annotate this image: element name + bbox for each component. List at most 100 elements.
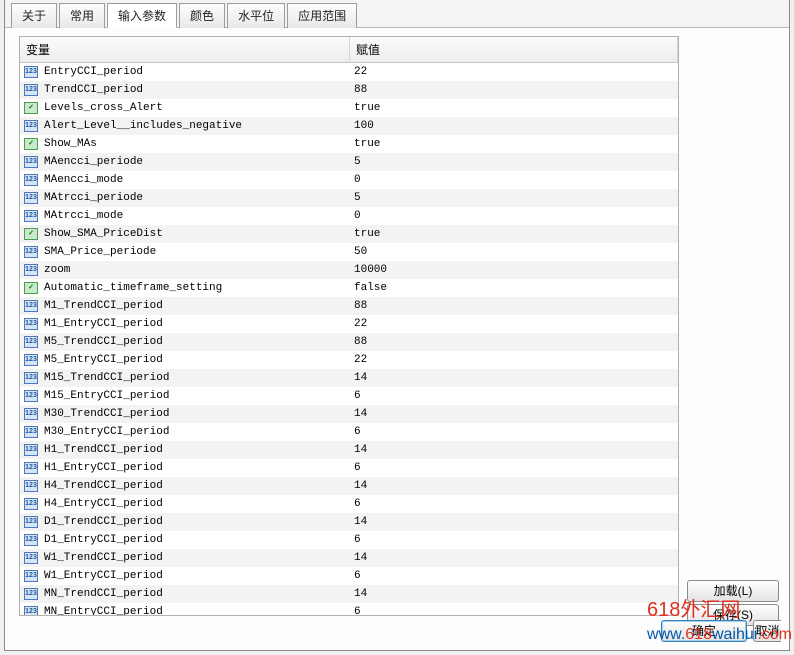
tab-colors[interactable]: 颜色 bbox=[179, 3, 225, 28]
parameter-value[interactable]: 6 bbox=[348, 462, 678, 474]
parameter-value[interactable]: 6 bbox=[348, 426, 678, 438]
ok-button[interactable]: 确定 bbox=[661, 620, 747, 642]
parameter-row[interactable]: 123 W1_EntryCCI_period6 bbox=[20, 567, 678, 585]
parameter-row[interactable]: 123H4_TrendCCI_period14 bbox=[20, 477, 678, 495]
int-type-icon: 123 bbox=[24, 264, 38, 276]
parameter-row[interactable]: ✓Show_SMA_PriceDisttrue bbox=[20, 225, 678, 243]
parameter-row[interactable]: 123M5_TrendCCI_period88 bbox=[20, 333, 678, 351]
load-button[interactable]: 加载(L) bbox=[687, 580, 779, 602]
side-button-panel: 加载(L) 保存(S) bbox=[685, 28, 785, 620]
parameter-row[interactable]: 123MAencci_periode5 bbox=[20, 153, 678, 171]
parameter-value[interactable]: false bbox=[348, 282, 678, 294]
column-header-variable[interactable]: 变量 bbox=[20, 37, 350, 62]
parameter-value[interactable]: 6 bbox=[348, 498, 678, 510]
parameter-row[interactable]: 123M1_TrendCCI_period88 bbox=[20, 297, 678, 315]
tab-apply[interactable]: 应用范围 bbox=[287, 3, 357, 28]
parameter-row[interactable]: 123Alert_Level__includes_negative100 bbox=[20, 117, 678, 135]
parameter-row[interactable]: 123TrendCCI_period88 bbox=[20, 81, 678, 99]
parameter-value[interactable]: 6 bbox=[348, 390, 678, 402]
parameter-value[interactable]: 88 bbox=[348, 84, 678, 96]
parameter-value[interactable]: 22 bbox=[348, 66, 678, 78]
parameter-name: M15_EntryCCI_period bbox=[42, 390, 348, 402]
bool-type-icon: ✓ bbox=[24, 138, 38, 150]
parameter-row[interactable]: 123D1_TrendCCI_period14 bbox=[20, 513, 678, 531]
parameter-value[interactable]: 5 bbox=[348, 156, 678, 168]
parameter-row[interactable]: 123EntryCCI_period22 bbox=[20, 63, 678, 81]
grid-body[interactable]: 123EntryCCI_period22123TrendCCI_period88… bbox=[20, 63, 678, 616]
parameter-value[interactable]: true bbox=[348, 228, 678, 240]
int-type-icon: 123 bbox=[24, 570, 38, 582]
parameter-value[interactable]: true bbox=[348, 102, 678, 114]
parameter-value[interactable]: 50 bbox=[348, 246, 678, 258]
tab-levels[interactable]: 水平位 bbox=[227, 3, 285, 28]
parameter-value[interactable]: 14 bbox=[348, 372, 678, 384]
parameter-row[interactable]: 123H1_EntryCCI_period6 bbox=[20, 459, 678, 477]
parameter-name: D1_EntryCCI_period bbox=[42, 534, 348, 546]
parameter-name: Alert_Level__includes_negative bbox=[42, 120, 348, 132]
parameter-name: W1_EntryCCI_period bbox=[42, 570, 348, 582]
parameter-value[interactable]: 14 bbox=[348, 516, 678, 528]
parameter-value[interactable]: 88 bbox=[348, 300, 678, 312]
parameter-row[interactable]: 123 MAtrcci_mode0 bbox=[20, 207, 678, 225]
parameter-name: M5_EntryCCI_period bbox=[42, 354, 348, 366]
parameter-value[interactable]: 6 bbox=[348, 534, 678, 546]
content-area: 变量 赋值 123EntryCCI_period22123TrendCCI_pe… bbox=[5, 28, 789, 620]
parameter-row[interactable]: 123M15_TrendCCI_period14 bbox=[20, 369, 678, 387]
parameter-row[interactable]: ✓ Show_MAstrue bbox=[20, 135, 678, 153]
parameter-value[interactable]: 6 bbox=[348, 606, 678, 616]
parameter-row[interactable]: 123W1_TrendCCI_period14 bbox=[20, 549, 678, 567]
parameter-name: Show_MAs bbox=[42, 138, 348, 150]
parameter-value[interactable]: 14 bbox=[348, 588, 678, 600]
parameter-value[interactable]: 14 bbox=[348, 552, 678, 564]
parameter-row[interactable]: 123M30_TrendCCI_period14 bbox=[20, 405, 678, 423]
parameter-value[interactable]: 0 bbox=[348, 210, 678, 222]
cancel-button[interactable]: 取消 bbox=[753, 620, 781, 642]
parameter-row[interactable]: 123M30_EntryCCI_period6 bbox=[20, 423, 678, 441]
parameter-name: M1_TrendCCI_period bbox=[42, 300, 348, 312]
parameter-value[interactable]: 22 bbox=[348, 318, 678, 330]
parameter-name: M1_EntryCCI_period bbox=[42, 318, 348, 330]
parameter-row[interactable]: 123zoom10000 bbox=[20, 261, 678, 279]
parameter-value[interactable]: 100 bbox=[348, 120, 678, 132]
parameter-row[interactable]: 123MAtrcci_periode5 bbox=[20, 189, 678, 207]
parameter-value[interactable]: 6 bbox=[348, 570, 678, 582]
parameter-name: MAtrcci_mode bbox=[42, 210, 348, 222]
parameter-row[interactable]: ✓ Levels_cross_Alerttrue bbox=[20, 99, 678, 117]
parameter-name: MN_TrendCCI_period bbox=[42, 588, 348, 600]
int-type-icon: 123 bbox=[24, 84, 38, 96]
int-type-icon: 123 bbox=[24, 174, 38, 186]
parameter-row[interactable]: ✓Automatic_timeframe_settingfalse bbox=[20, 279, 678, 297]
parameter-value[interactable]: 5 bbox=[348, 192, 678, 204]
int-type-icon: 123 bbox=[24, 390, 38, 402]
parameter-row[interactable]: 123MN_TrendCCI_period14 bbox=[20, 585, 678, 603]
parameter-name: W1_TrendCCI_period bbox=[42, 552, 348, 564]
bool-type-icon: ✓ bbox=[24, 102, 38, 114]
parameter-row[interactable]: 123M1_EntryCCI_period22 bbox=[20, 315, 678, 333]
parameter-row[interactable]: 123H4_EntryCCI_period6 bbox=[20, 495, 678, 513]
parameter-name: M15_TrendCCI_period bbox=[42, 372, 348, 384]
parameter-row[interactable]: 123D1_EntryCCI_period6 bbox=[20, 531, 678, 549]
tab-about[interactable]: 关于 bbox=[11, 3, 57, 28]
parameter-value[interactable]: 14 bbox=[348, 444, 678, 456]
int-type-icon: 123 bbox=[24, 210, 38, 222]
parameter-name: Levels_cross_Alert bbox=[42, 102, 348, 114]
parameter-name: H1_EntryCCI_period bbox=[42, 462, 348, 474]
parameter-row[interactable]: 123MAencci_mode0 bbox=[20, 171, 678, 189]
parameter-row[interactable]: 123MN_EntryCCI_period6 bbox=[20, 603, 678, 616]
parameter-value[interactable]: 10000 bbox=[348, 264, 678, 276]
column-header-value[interactable]: 赋值 bbox=[350, 37, 678, 62]
parameter-value[interactable]: true bbox=[348, 138, 678, 150]
parameter-row[interactable]: 123H1_TrendCCI_period14 bbox=[20, 441, 678, 459]
parameter-value[interactable]: 14 bbox=[348, 408, 678, 420]
parameters-grid[interactable]: 变量 赋值 123EntryCCI_period22123TrendCCI_pe… bbox=[19, 36, 679, 616]
parameter-value[interactable]: 88 bbox=[348, 336, 678, 348]
parameter-value[interactable]: 22 bbox=[348, 354, 678, 366]
parameter-row[interactable]: 123 M15_EntryCCI_period6 bbox=[20, 387, 678, 405]
tab-common[interactable]: 常用 bbox=[59, 3, 105, 28]
parameter-value[interactable]: 0 bbox=[348, 174, 678, 186]
parameter-row[interactable]: 123M5_EntryCCI_period22 bbox=[20, 351, 678, 369]
parameter-name: MN_EntryCCI_period bbox=[42, 606, 348, 616]
parameter-value[interactable]: 14 bbox=[348, 480, 678, 492]
tab-inputs[interactable]: 输入参数 bbox=[107, 3, 177, 28]
parameter-row[interactable]: 123SMA_Price_periode50 bbox=[20, 243, 678, 261]
